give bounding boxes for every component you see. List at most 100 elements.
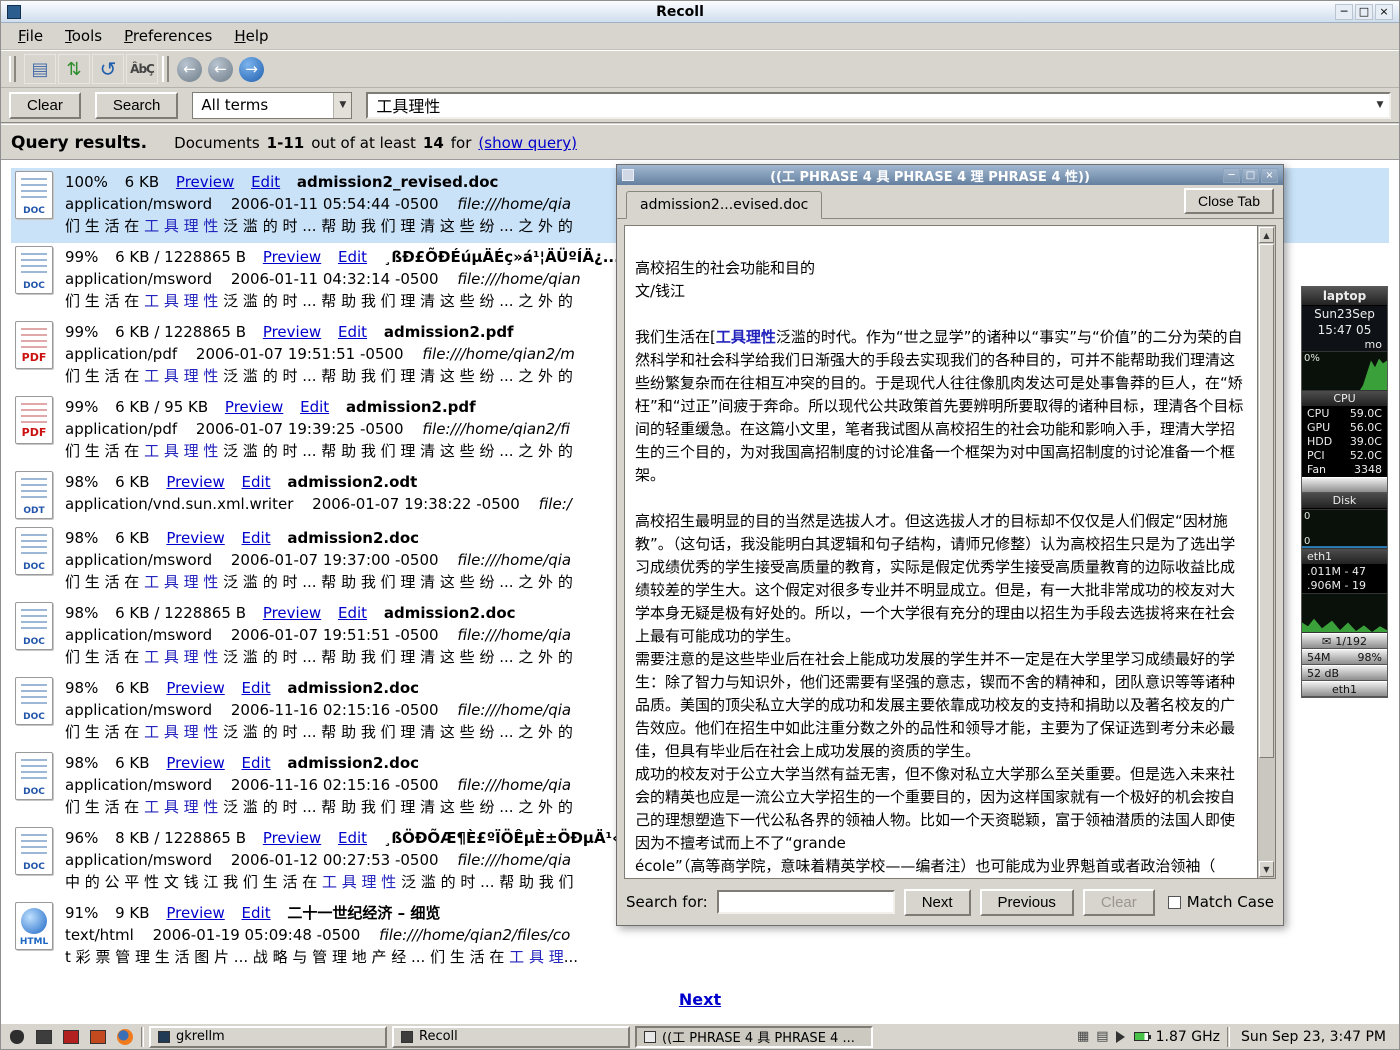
task-recoll[interactable]: Recoll [392,1026,630,1048]
search-mode-select[interactable]: All terms ▼ [192,92,352,119]
file-type-icon: DOC [15,602,53,650]
keyboard-layout-icon[interactable]: ▦ [1077,1029,1089,1044]
preview-search-input[interactable] [717,890,895,914]
task-preview[interactable]: ((工 PHRASE 4 具 PHRASE 4 ... [635,1026,873,1048]
chevron-down-icon[interactable]: ▼ [333,93,351,118]
gkrellm-task-icon [158,1031,170,1043]
preview-paragraph: 需要注意的是这些毕业后在社会上能成功发展的学生并不一定是在大学里学习成绩最好的学… [635,648,1247,763]
toolbar-handle-2[interactable] [162,56,169,82]
taskbar-clock[interactable]: Sun Sep 23, 3:47 PM [1237,1029,1394,1045]
recoll-window-icon [7,5,21,19]
preview-link[interactable]: Preview [225,398,283,416]
cpu-percent: 0% [1304,353,1320,364]
preview-link[interactable]: Preview [166,473,224,491]
scrollbar-thumb[interactable] [1259,244,1274,758]
query-input[interactable] [366,92,1391,119]
next-page-icon[interactable]: → [239,57,264,82]
preview-paragraph: 高校招生最明显的目的当然是选拔人才。但这选拔人才的目标却不仅仅是人们假定“因材施… [635,510,1247,648]
main-titlebar[interactable]: Recoll ─ □ × [1,1,1399,23]
scroll-down-icon[interactable]: ▼ [1259,861,1274,877]
preview-tab[interactable]: admission2...evised.doc [626,191,822,219]
battery-icon[interactable] [1134,1032,1149,1041]
menu-help[interactable]: Help [223,24,279,48]
file-size: 8 KB / 1228865 B [115,829,246,847]
net-tx-row: .906M - 19 [1302,579,1387,593]
results-header: Query results. Documents 1-11 out of at … [1,125,1399,160]
file-size: 6 KB [115,529,149,547]
menu-tools[interactable]: Tools [54,24,113,48]
maximize-icon[interactable]: □ [1355,4,1373,20]
edit-link[interactable]: Edit [338,604,367,622]
query-history-icon[interactable]: ▼ [1371,95,1389,116]
preview-close-icon[interactable]: × [1261,168,1278,183]
preview-maximize-icon[interactable]: □ [1242,168,1259,183]
preview-text[interactable]: 高校招生的社会功能和目的文/钱江 我们生活在[工具理性泛滥的时代。作为“世之显学… [624,225,1257,879]
preview-link[interactable]: Preview [263,248,321,266]
first-page-icon[interactable]: ← [177,57,202,82]
task-gkrellm[interactable]: gkrellm [149,1026,387,1048]
preview-link[interactable]: Preview [166,754,224,772]
scroll-up-icon[interactable]: ▲ [1259,227,1274,243]
result-title: admission2.odt [287,473,417,491]
display-launcher-icon[interactable] [60,1026,82,1048]
volume-icon[interactable] [1116,1031,1131,1043]
query-builder-button[interactable]: ▤ [24,54,56,84]
memory-row[interactable]: 54M 98% [1302,649,1387,665]
footprint-icon[interactable] [6,1026,28,1048]
relevance-percent: 96% [65,829,98,847]
preview-clear-button[interactable]: Clear [1083,889,1155,916]
cpu-label: CPU [1302,391,1387,407]
minimize-icon[interactable]: ─ [1335,4,1353,20]
edit-link[interactable]: Edit [242,529,271,547]
edit-link[interactable]: Edit [251,173,280,191]
search-button[interactable]: Search [95,92,179,119]
relevance-percent: 98% [65,604,98,622]
mail-row[interactable]: ✉ 1/192 [1302,633,1387,649]
preview-next-button[interactable]: Next [904,889,971,916]
edit-link[interactable]: Edit [338,248,367,266]
clear-button[interactable]: Clear [9,92,81,119]
workspace-grid-icon[interactable]: ▤ [1096,1029,1108,1044]
menu-file[interactable]: File [7,24,54,48]
prev-page-icon[interactable]: ← [208,57,233,82]
preview-link[interactable]: Preview [263,323,321,341]
swap-row[interactable]: 52 dB [1302,665,1387,681]
edit-link[interactable]: Edit [242,904,271,922]
sort-button[interactable]: ⇅ [58,54,90,84]
preview-previous-button[interactable]: Previous [980,889,1074,916]
preview-titlebar[interactable]: ((工 PHRASE 4 具 PHRASE 4 理 PHRASE 4 性)) ─… [617,165,1283,185]
match-case-checkbox[interactable] [1168,896,1181,909]
search-row: Clear Search All terms ▼ ▼ [1,88,1399,122]
edit-link[interactable]: Edit [242,679,271,697]
package-launcher-icon[interactable] [87,1026,109,1048]
firefox-icon[interactable] [114,1026,136,1048]
show-query-link[interactable]: (show query) [478,134,577,152]
mime-type: application/pdf [65,345,177,363]
close-icon[interactable]: × [1375,4,1393,20]
preview-minimize-icon[interactable]: ─ [1223,168,1240,183]
term-explorer-button[interactable]: ÂbÇ [126,54,158,84]
terminal-launcher-icon[interactable] [33,1026,55,1048]
preview-link[interactable]: Preview [166,679,224,697]
result-title: ¸ßÖÐÕÆ¶È£ºÏÖÊµÈ±ÖÐµÄ¹«... [384,829,639,847]
preview-link[interactable]: Preview [176,173,234,191]
edit-link[interactable]: Edit [338,829,367,847]
close-tab-button[interactable]: Close Tab [1184,188,1274,214]
preview-paragraph: école”（高等商学院，意味着精英学校——编者注）也可能成为业界魁首或者政治领… [635,855,1247,878]
preview-link[interactable]: Preview [263,604,321,622]
preview-paragraph [635,487,1247,510]
menu-preferences[interactable]: Preferences [113,24,223,48]
preview-scrollbar[interactable]: ▲ ▼ [1257,225,1276,879]
preview-link[interactable]: Preview [166,904,224,922]
next-page-link[interactable]: Next [679,990,721,1009]
edit-link[interactable]: Edit [338,323,367,341]
toolbar-handle[interactable] [9,56,16,82]
krell-panel[interactable] [1302,477,1387,493]
history-button[interactable]: ↺ [92,54,124,84]
preview-link[interactable]: Preview [263,829,321,847]
preview-link[interactable]: Preview [166,529,224,547]
edit-link[interactable]: Edit [300,398,329,416]
edit-link[interactable]: Edit [242,754,271,772]
edit-link[interactable]: Edit [242,473,271,491]
file-size: 6 KB [125,173,159,191]
